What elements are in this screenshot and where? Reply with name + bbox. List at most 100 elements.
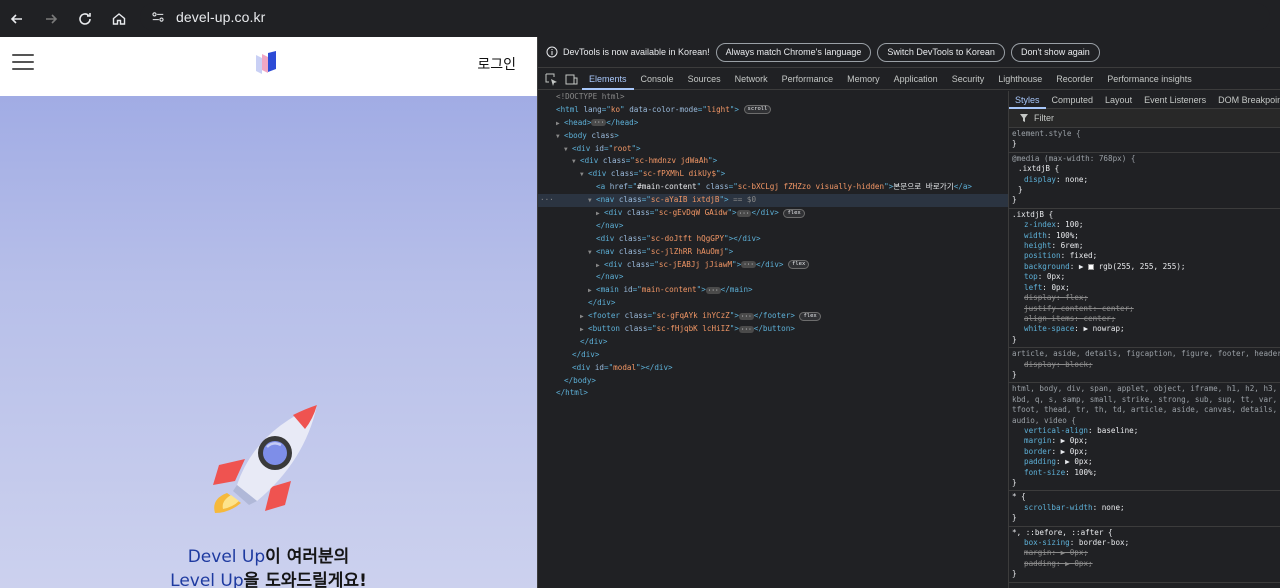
reload-icon[interactable] xyxy=(76,10,94,28)
collapsed-ellipsis[interactable]: ··· xyxy=(741,261,757,269)
css-selector[interactable]: * { xyxy=(1012,492,1280,502)
scroll-badge[interactable]: scroll xyxy=(743,105,772,115)
css-property[interactable]: vertical-align xyxy=(1024,426,1088,435)
dom-node-line[interactable]: </div> xyxy=(538,349,1008,362)
css-declaration[interactable]: margin: ▶ 0px; xyxy=(1012,548,1280,558)
dom-node-line[interactable]: </nav> xyxy=(538,271,1008,284)
filter-placeholder[interactable]: Filter xyxy=(1034,113,1054,123)
css-value[interactable]: flex; xyxy=(1065,293,1088,302)
collapsed-ellipsis[interactable]: ··· xyxy=(736,209,752,217)
dom-node-line[interactable]: ▶ <head> ··· </head> xyxy=(538,117,1008,130)
css-declaration[interactable]: justify-content: center; xyxy=(1012,304,1280,314)
dom-node-line[interactable]: ··· ▼ <nav class="sc-aYaIB ixtdjB"> == $… xyxy=(538,194,1008,208)
match-language-button[interactable]: Always match Chrome's language xyxy=(715,42,872,62)
css-declaration[interactable]: box-sizing: border-box; xyxy=(1012,538,1280,548)
css-property[interactable]: margin xyxy=(1024,436,1051,445)
css-declaration[interactable]: left: 0px; xyxy=(1012,283,1280,293)
css-property[interactable]: border xyxy=(1024,447,1051,456)
hamburger-menu-icon[interactable] xyxy=(12,54,34,70)
css-value[interactable]: ▶ 0px; xyxy=(1061,548,1088,557)
css-declaration[interactable]: width: 100%; xyxy=(1012,231,1280,241)
dom-node-line[interactable]: ▶ <main id="main-content"> ··· </main> xyxy=(538,284,1008,297)
dont-show-again-button[interactable]: Don't show again xyxy=(1010,42,1100,62)
css-value[interactable]: fixed; xyxy=(1070,251,1097,260)
css-value[interactable]: rgb(255, 255, 255); xyxy=(1099,262,1186,271)
tab-console[interactable]: Console xyxy=(634,69,681,90)
css-value[interactable]: 0px; xyxy=(1051,283,1069,292)
forward-icon[interactable] xyxy=(42,10,60,28)
css-value[interactable]: none; xyxy=(1065,175,1088,184)
dom-node-line[interactable]: ▶ <footer class="sc-gFqAYk ihYCzZ"> ··· </… xyxy=(538,310,1008,323)
css-declaration[interactable]: background: ▶ rgb(255, 255, 255); xyxy=(1012,262,1280,272)
styles-tab-styles[interactable]: Styles xyxy=(1009,91,1046,109)
tab-performance[interactable]: Performance xyxy=(775,69,841,90)
css-selector[interactable]: .ixtdjB { xyxy=(1012,210,1280,220)
dom-node-line[interactable]: </body> xyxy=(538,375,1008,388)
css-property[interactable]: height xyxy=(1024,241,1051,250)
dom-node-line[interactable]: </div> xyxy=(538,297,1008,310)
login-button[interactable]: 로그인 xyxy=(477,54,516,74)
css-value[interactable]: baseline; xyxy=(1097,426,1138,435)
switch-korean-button[interactable]: Switch DevTools to Korean xyxy=(877,42,1005,62)
css-property[interactable]: margin xyxy=(1024,548,1051,557)
css-property[interactable]: padding xyxy=(1024,457,1056,466)
css-property[interactable]: width xyxy=(1024,231,1047,240)
css-value[interactable]: block; xyxy=(1065,360,1092,369)
tab-elements[interactable]: Elements xyxy=(582,69,634,90)
css-declaration[interactable]: position: fixed; xyxy=(1012,251,1280,261)
css-declaration[interactable]: display: none; xyxy=(1012,175,1280,185)
css-value[interactable]: ▶ 0px; xyxy=(1065,559,1092,568)
flex-badge[interactable]: flex xyxy=(783,208,805,218)
css-property[interactable]: white-space xyxy=(1024,324,1074,333)
css-property[interactable]: padding xyxy=(1024,559,1056,568)
css-property[interactable]: left xyxy=(1024,283,1042,292)
styles-tab-dom-breakpoints[interactable]: DOM Breakpoints xyxy=(1212,91,1280,109)
home-icon[interactable] xyxy=(110,10,128,28)
inspect-element-icon[interactable] xyxy=(545,73,558,86)
flex-badge[interactable]: flex xyxy=(799,311,821,321)
url-text[interactable]: devel-up.co.kr xyxy=(176,9,265,25)
css-property[interactable]: background xyxy=(1024,262,1070,271)
css-value[interactable]: ▶ nowrap; xyxy=(1083,324,1124,333)
back-icon[interactable] xyxy=(8,10,26,28)
dom-node-line[interactable]: <html lang="ko" data-color-mode="light">… xyxy=(538,104,1008,117)
css-declaration[interactable]: scrollbar-width: none; xyxy=(1012,503,1280,513)
tab-memory[interactable]: Memory xyxy=(840,69,887,90)
tab-lighthouse[interactable]: Lighthouse xyxy=(991,69,1049,90)
css-declaration[interactable]: z-index: 100; xyxy=(1012,220,1280,230)
css-value[interactable]: ▶ 0px; xyxy=(1065,457,1092,466)
css-value[interactable]: ▶ 0px; xyxy=(1061,436,1088,445)
tab-security[interactable]: Security xyxy=(945,69,992,90)
dom-node-line[interactable]: <a href="#main-content" class="sc-bXCLgj… xyxy=(538,181,1008,194)
css-declaration[interactable]: margin: ▶ 0px; xyxy=(1012,436,1280,446)
dom-node-line[interactable]: <!DOCTYPE html> xyxy=(538,91,1008,104)
css-value[interactable]: 100%; xyxy=(1056,231,1079,240)
css-value[interactable]: ▶ 0px; xyxy=(1061,447,1088,456)
collapsed-ellipsis[interactable]: ··· xyxy=(738,325,754,333)
css-declaration[interactable]: vertical-align: baseline; xyxy=(1012,426,1280,436)
css-value[interactable]: none; xyxy=(1102,503,1125,512)
styles-tab-event-listeners[interactable]: Event Listeners xyxy=(1138,91,1212,109)
css-declaration[interactable]: border: ▶ 0px; xyxy=(1012,447,1280,457)
tab-network[interactable]: Network xyxy=(728,69,775,90)
css-property[interactable]: position xyxy=(1024,251,1061,260)
css-declaration[interactable]: font-size: 100%; xyxy=(1012,468,1280,478)
css-declaration[interactable]: align-items: center; xyxy=(1012,314,1280,324)
css-selector[interactable]: article, aside, details, figcaption, fig… xyxy=(1012,349,1280,359)
css-nested-selector[interactable]: .ixtdjB { xyxy=(1012,164,1280,174)
tab-recorder[interactable]: Recorder xyxy=(1049,69,1100,90)
collapsed-ellipsis[interactable]: ··· xyxy=(738,312,754,320)
css-value[interactable]: center; xyxy=(1083,314,1115,323)
dom-node-line[interactable]: ▶ <div class="sc-jEABJj jJiawM"> ··· </div… xyxy=(538,259,1008,272)
css-declaration[interactable]: top: 0px; xyxy=(1012,272,1280,282)
css-value[interactable]: 0px; xyxy=(1047,272,1065,281)
dom-node-line[interactable]: </nav> xyxy=(538,220,1008,233)
css-declaration[interactable]: white-space: ▶ nowrap; xyxy=(1012,324,1280,334)
dom-node-line[interactable]: ▼ <div class="sc-hmdnzv jdWaAh"> xyxy=(538,155,1008,168)
css-selector[interactable]: element.style { xyxy=(1012,129,1280,139)
address-bar[interactable]: devel-up.co.kr xyxy=(140,3,1270,31)
tab-performance-insights[interactable]: Performance insights xyxy=(1100,69,1199,90)
dom-node-line[interactable]: </html> xyxy=(538,387,1008,400)
css-property[interactable]: font-size xyxy=(1024,468,1065,477)
css-property[interactable]: display xyxy=(1024,293,1056,302)
